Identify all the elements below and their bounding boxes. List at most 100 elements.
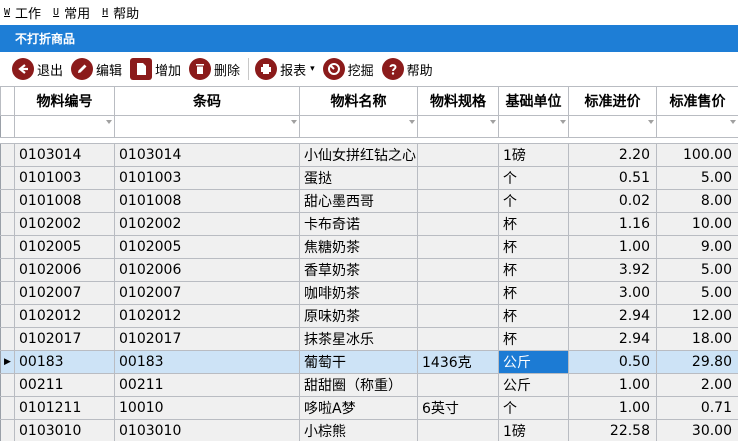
- filter-dropdown-icon[interactable]: [291, 120, 297, 124]
- table-cell[interactable]: [417, 143, 499, 167]
- table-cell[interactable]: 9.00: [656, 235, 738, 259]
- table-cell[interactable]: [417, 419, 499, 441]
- table-cell[interactable]: 3.92: [568, 258, 657, 282]
- table-cell[interactable]: 10010: [114, 396, 300, 420]
- table-cell[interactable]: 香草奶茶: [299, 258, 418, 282]
- table-cell[interactable]: 甜甜圈（称重）: [299, 373, 418, 397]
- column-header-spec[interactable]: 物料规格: [417, 86, 499, 116]
- table-cell[interactable]: 0101003: [114, 166, 300, 190]
- filter-dropdown-icon[interactable]: [730, 120, 736, 124]
- table-cell[interactable]: 甜心墨西哥: [299, 189, 418, 213]
- row-indicator[interactable]: [0, 166, 15, 190]
- table-cell[interactable]: 00183: [14, 350, 115, 374]
- table-row[interactable]: 0103010 0103010 小棕熊 1磅 22.58 30.00: [0, 419, 738, 441]
- table-cell[interactable]: 5.00: [656, 258, 738, 282]
- column-header-base-unit[interactable]: 基础单位: [498, 86, 569, 116]
- column-header-item-name[interactable]: 物料名称: [299, 86, 418, 116]
- table-cell[interactable]: 蛋挞: [299, 166, 418, 190]
- report-dropdown-arrow[interactable]: ▾: [310, 64, 315, 74]
- table-cell[interactable]: [417, 189, 499, 213]
- table-cell[interactable]: 00183: [114, 350, 300, 374]
- table-cell[interactable]: 小仙女拼红钻之心: [299, 143, 418, 167]
- table-cell[interactable]: 2.00: [656, 373, 738, 397]
- table-cell[interactable]: 0102002: [14, 212, 115, 236]
- table-cell[interactable]: 100.00: [656, 143, 738, 167]
- table-cell[interactable]: 0101008: [14, 189, 115, 213]
- table-cell[interactable]: 10.00: [656, 212, 738, 236]
- filter-dropdown-icon[interactable]: [490, 120, 496, 124]
- table-cell[interactable]: 小棕熊: [299, 419, 418, 441]
- table-cell[interactable]: 0.51: [568, 166, 657, 190]
- table-cell[interactable]: [417, 304, 499, 328]
- table-cell[interactable]: 0101211: [14, 396, 115, 420]
- table-cell[interactable]: 22.58: [568, 419, 657, 441]
- table-cell[interactable]: 卡布奇诺: [299, 212, 418, 236]
- table-cell[interactable]: 个: [498, 396, 569, 420]
- table-cell[interactable]: 杯: [498, 235, 569, 259]
- table-cell[interactable]: 1.00: [568, 373, 657, 397]
- menu-work[interactable]: W 工作: [4, 3, 41, 22]
- table-cell[interactable]: 个: [498, 189, 569, 213]
- filter-cell-spec[interactable]: [417, 115, 499, 138]
- table-cell[interactable]: 0102012: [114, 304, 300, 328]
- table-cell[interactable]: 咖啡奶茶: [299, 281, 418, 305]
- row-indicator[interactable]: [0, 258, 15, 282]
- filter-dropdown-icon[interactable]: [560, 120, 566, 124]
- table-cell[interactable]: 2.94: [568, 304, 657, 328]
- table-cell[interactable]: [417, 281, 499, 305]
- table-cell[interactable]: 18.00: [656, 327, 738, 351]
- table-cell[interactable]: 1436克: [417, 350, 499, 374]
- table-cell[interactable]: [417, 235, 499, 259]
- table-cell[interactable]: [417, 166, 499, 190]
- table-row[interactable]: 0102012 0102012 原味奶茶杯 2.94 12.00: [0, 304, 738, 328]
- column-header-barcode[interactable]: 条码: [114, 86, 300, 116]
- filter-dropdown-icon[interactable]: [648, 120, 654, 124]
- table-cell[interactable]: 0.50: [568, 350, 657, 374]
- table-cell[interactable]: 1磅: [498, 419, 569, 441]
- table-cell[interactable]: 1磅: [498, 143, 569, 167]
- table-cell[interactable]: 哆啦A梦: [299, 396, 418, 420]
- table-row[interactable]: 0102017 0102017 抹茶星冰乐杯 2.94 18.00: [0, 327, 738, 351]
- row-indicator[interactable]: [0, 143, 15, 167]
- row-indicator[interactable]: [0, 235, 15, 259]
- row-indicator[interactable]: [0, 304, 15, 328]
- table-cell[interactable]: 3.00: [568, 281, 657, 305]
- table-cell[interactable]: 0101003: [14, 166, 115, 190]
- row-indicator[interactable]: [0, 327, 15, 351]
- table-cell[interactable]: 杯: [498, 304, 569, 328]
- table-cell[interactable]: 0.71: [656, 396, 738, 420]
- table-cell[interactable]: 杯: [498, 281, 569, 305]
- table-cell[interactable]: 0103014: [14, 143, 115, 167]
- table-cell[interactable]: 8.00: [656, 189, 738, 213]
- menu-help[interactable]: H 帮助: [102, 3, 139, 22]
- delete-button[interactable]: 删除: [189, 55, 240, 83]
- table-cell[interactable]: [417, 258, 499, 282]
- edit-button[interactable]: 编辑: [71, 55, 122, 83]
- table-cell[interactable]: 0103014: [114, 143, 300, 167]
- table-row[interactable]: 0103014 0103014 小仙女拼红钻之心 1磅 2.20 100.00: [0, 143, 738, 167]
- table-row[interactable]: 0102002 0102002 卡布奇诺杯 1.16 10.00: [0, 212, 738, 236]
- table-cell[interactable]: 个: [498, 166, 569, 190]
- table-cell[interactable]: [417, 373, 499, 397]
- row-indicator[interactable]: ▶: [0, 350, 15, 374]
- table-cell[interactable]: 1.16: [568, 212, 657, 236]
- table-row[interactable]: 0101003 0101003 蛋挞个 0.51 5.00: [0, 166, 738, 190]
- table-cell[interactable]: 0102005: [114, 235, 300, 259]
- table-row[interactable]: 0101008 0101008 甜心墨西哥个 0.02 8.00: [0, 189, 738, 213]
- table-cell[interactable]: 29.80: [656, 350, 738, 374]
- table-cell[interactable]: 30.00: [656, 419, 738, 441]
- table-cell[interactable]: 原味奶茶: [299, 304, 418, 328]
- table-cell[interactable]: 0102017: [14, 327, 115, 351]
- table-row[interactable]: ▶ 00183 00183 葡萄干 1436克 公斤 0.50 29.80: [0, 350, 738, 374]
- table-cell[interactable]: 1.00: [568, 396, 657, 420]
- filter-cell-std-price[interactable]: [656, 115, 738, 138]
- table-cell[interactable]: 0102012: [14, 304, 115, 328]
- table-cell[interactable]: 公斤: [498, 373, 569, 397]
- table-cell[interactable]: 0102007: [14, 281, 115, 305]
- table-cell[interactable]: 0.02: [568, 189, 657, 213]
- filter-cell-item-code[interactable]: [14, 115, 115, 138]
- table-cell[interactable]: 抹茶星冰乐: [299, 327, 418, 351]
- table-cell[interactable]: 2.20: [568, 143, 657, 167]
- table-cell[interactable]: 1.00: [568, 235, 657, 259]
- table-cell[interactable]: [417, 212, 499, 236]
